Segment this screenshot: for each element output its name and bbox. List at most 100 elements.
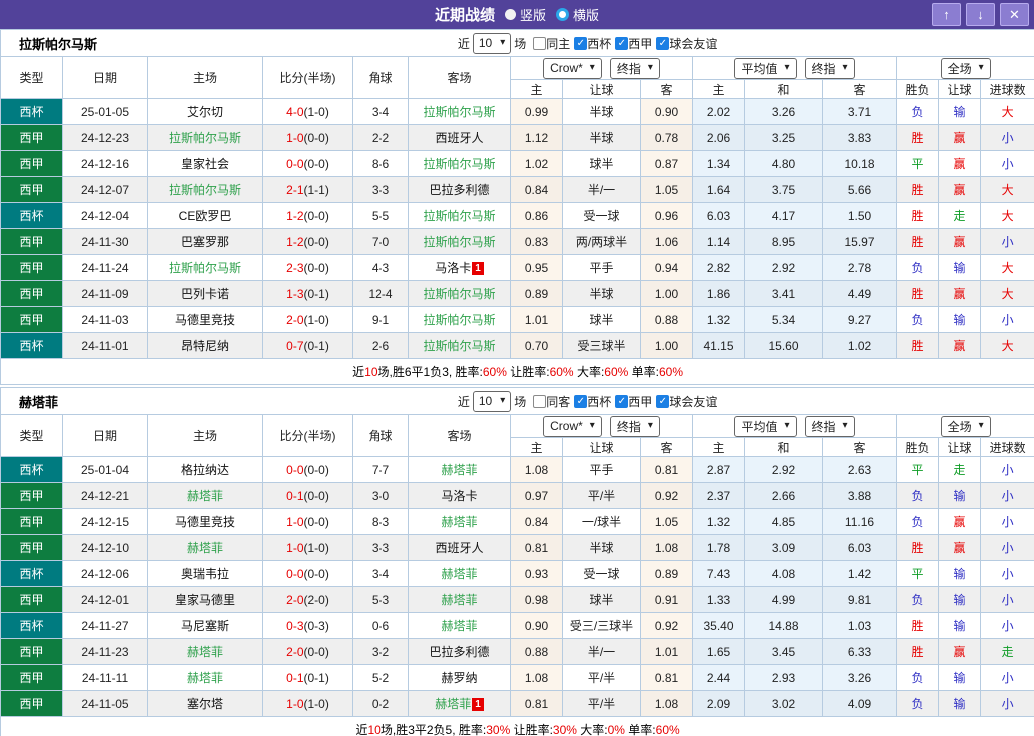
matches-label: 场 [514,36,527,51]
away-team-cell: 马洛卡 1 [408,254,511,281]
date-cell: 24-12-21 [62,482,148,509]
match-row: 西甲 24-11-05 塞尔塔 1-0(1-0) 0-2 赫塔菲 1 0.81 平/半 1.08 2… [0,690,1034,717]
title-bar: 近期战绩 竖版 横版 ↑ ↓ ✕ [0,0,1034,29]
corner-cell: 3-4 [352,98,409,125]
odds-time-select[interactable]: 终指 ▾ [804,415,855,437]
team-table-las-palmas: 拉斯帕尔马斯 近 10 ▾ 场 同主 ✓ 西杯 ✓ 西甲 ✓ 球会友谊 类型 日期 主场 比… [0,29,1034,385]
avg-away-odds-cell: 1.42 [822,560,897,587]
handicap-result-cell: 输 [938,612,981,639]
odds-time-select[interactable]: 终指 ▾ [609,57,660,79]
fulltime-score: 1-0 [286,130,304,145]
crow-away-odds-cell: 1.08 [640,534,693,561]
league-type-cell: 西甲 [0,176,63,203]
radio-icon[interactable] [556,8,569,21]
match-count-select[interactable]: 10 ▾ [472,32,512,54]
score-cell: 2-1(1-1) [262,176,353,203]
league-type-cell: 西甲 [0,534,63,561]
checkbox-checked-icon[interactable]: ✓ [656,394,670,408]
checkbox-checked-icon[interactable]: ✓ [574,36,588,50]
handicap-result-cell: 赢 [938,124,981,151]
result-cell: 胜 [896,124,939,151]
goals-result-cell: 小 [979,586,1034,613]
checkbox-label: 同客 [546,394,571,409]
league-type-cell: 西甲 [0,150,63,177]
halftime-score: (2-0) [303,592,329,607]
average-select[interactable]: 平均值 ▾ [734,415,797,437]
home-team-name: 塞尔塔 [186,697,223,711]
corner-cell: 2-2 [352,124,409,151]
radio-icon[interactable] [504,9,516,20]
handicap-result-cell: 赢 [938,534,981,561]
avg-away-odds-cell: 4.09 [822,690,897,717]
avg-home-odds-cell: 1.33 [692,586,745,613]
checkbox-checked-icon[interactable]: ✓ [615,394,629,408]
crow-away-odds-cell: 1.06 [640,228,693,255]
chevron-down-icon: ▾ [784,62,790,73]
goals-result-cell: 大 [979,98,1034,125]
crow-away-odds-cell: 1.08 [640,690,693,717]
move-down-button[interactable]: ↓ [966,3,995,26]
bookmaker-select[interactable]: Crow* ▾ [543,57,602,79]
avg-home-odds-cell: 35.40 [692,612,745,639]
avg-home-odds-cell: 1.32 [692,306,745,333]
checkbox-checked-icon[interactable]: ✓ [615,36,629,50]
crow-home-odds-cell: 0.88 [510,638,563,665]
checkbox-unchecked-icon[interactable] [533,394,547,408]
col-header-date: 日期 [62,414,148,457]
league-type-cell: 西甲 [0,664,63,691]
scope-select[interactable]: 全场 ▾ [940,57,991,79]
radio-horizontal-layout[interactable]: 横版 [556,5,599,24]
filter-controls: 近 10 ▾ 场 同客 ✓ 西杯 ✓ 西甲 ✓ 球会友谊 [458,390,717,412]
avg-home-odds-cell: 2.44 [692,664,745,691]
result-cell: 胜 [896,638,939,665]
crow-home-odds-cell: 0.89 [510,280,563,307]
result-cell: 负 [896,586,939,613]
result-cell: 负 [896,306,939,333]
checkbox-checked-icon[interactable]: ✓ [656,36,670,50]
checkbox-checked-icon[interactable]: ✓ [574,394,588,408]
away-team-cell: 马洛卡 [408,482,511,509]
goals-result-cell: 小 [979,482,1034,509]
checkbox-unchecked-icon[interactable] [533,36,547,50]
match-count-select[interactable]: 10 ▾ [472,390,512,412]
league-type-cell: 西甲 [0,306,63,333]
scope-select[interactable]: 全场 ▾ [940,415,991,437]
radio-vertical-layout[interactable]: 竖版 [504,5,546,24]
score-cell: 2-0(2-0) [262,586,353,613]
close-button[interactable]: ✕ [1000,3,1029,26]
average-select[interactable]: 平均值 ▾ [734,57,797,79]
odds-time-select[interactable]: 终指 ▾ [609,415,660,437]
home-team-name: 巴列卡诺 [180,287,229,301]
match-row: 西杯 25-01-05 艾尔切 4-0(1-0) 3-4 拉斯帕尔马斯 0.99 半球 0.90… [0,98,1034,125]
odds-time-select-value: 终指 [616,61,641,76]
filter-checkbox-item: ✓ 西杯 [574,393,611,410]
league-type-cell: 西甲 [0,228,63,255]
bookmaker-select[interactable]: Crow* ▾ [543,415,602,437]
score-cell: 1-2(0-0) [262,228,353,255]
away-team-cell: 赫塔菲 [408,612,511,639]
match-row: 西甲 24-12-16 皇家社会 0-0(0-0) 8-6 拉斯帕尔马斯 1.02 球半 0.8… [0,150,1034,177]
league-type-cell: 西杯 [0,612,63,639]
home-team-cell: 格拉纳达 [147,456,263,483]
goals-result-cell: 小 [979,534,1034,561]
handicap-cell: 半球 [562,534,641,561]
avg-home-odds-cell: 2.06 [692,124,745,151]
home-team-name: 赫塔菲 [186,645,223,659]
odds-time-select-value: 终指 [811,419,836,434]
avg-away-odds-cell: 9.81 [822,586,897,613]
crow-away-odds-cell: 0.88 [640,306,693,333]
avg-away-odds-cell: 5.66 [822,176,897,203]
avg-draw-odds-cell: 4.99 [744,586,823,613]
away-team-cell: 拉斯帕尔马斯 [408,306,511,333]
move-up-button[interactable]: ↑ [932,3,961,26]
count-badge: 1 [472,262,484,276]
match-row: 西甲 24-11-23 赫塔菲 2-0(0-0) 3-2 巴拉多利德 0.88 半/一 1.01… [0,638,1034,665]
handicap-cell: 受一球 [562,560,641,587]
sub-header-away-odds: 客 [640,79,693,99]
home-team-name: 马尼塞斯 [180,619,229,633]
avg-home-odds-cell: 2.09 [692,690,745,717]
sub-header-home-odds: 主 [510,437,563,457]
home-team-name: 赫塔菲 [186,541,223,555]
odds-time-select[interactable]: 终指 ▾ [804,57,855,79]
avg-away-odds-cell: 4.49 [822,280,897,307]
